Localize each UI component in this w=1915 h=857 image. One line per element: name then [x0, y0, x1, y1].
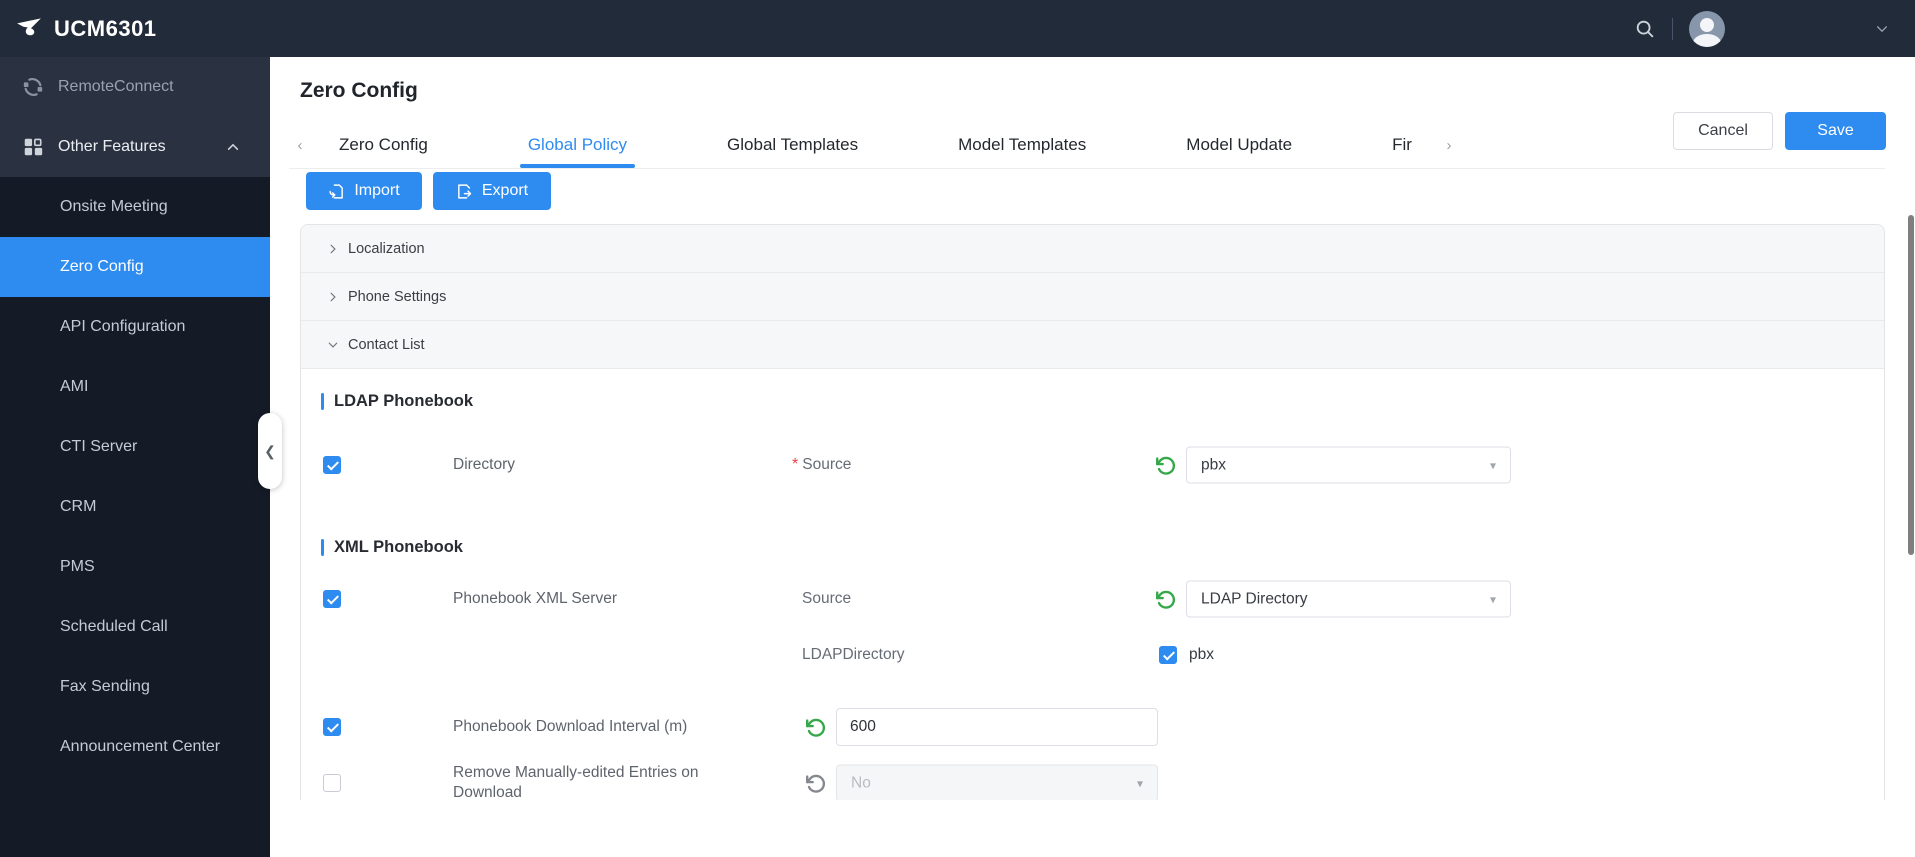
chevron-left-icon: ❮	[264, 442, 276, 459]
section-label: Contact List	[348, 336, 425, 353]
sidebar-item-label: Other Features	[58, 138, 166, 155]
sidebar-item-announcement-center[interactable]: Announcement Center	[0, 717, 270, 777]
group-title: XML Phonebook	[334, 537, 463, 556]
download-interval-checkbox[interactable]	[323, 718, 341, 736]
grid-icon	[24, 138, 43, 156]
phonebook-xml-server-checkbox[interactable]	[323, 590, 341, 608]
section-localization[interactable]: Localization	[301, 225, 1884, 273]
tab-model-templates[interactable]: Model Templates	[958, 122, 1086, 168]
sidebar-item-onsite-meeting[interactable]: Onsite Meeting	[0, 177, 270, 237]
tab-model-update[interactable]: Model Update	[1186, 122, 1292, 168]
sidebar-item-label: RemoteConnect	[58, 78, 174, 95]
row-ldap-directory: LDAPDirectory pbx	[301, 635, 1884, 675]
import-icon	[329, 183, 344, 199]
chevron-right-icon	[330, 244, 336, 253]
source-select[interactable]: pbx ▾	[1186, 446, 1511, 484]
source-field-label: Source	[802, 590, 852, 607]
chevron-down-icon: ▾	[1489, 592, 1496, 606]
sidebar-item-ami[interactable]: AMI	[0, 357, 270, 417]
group-title: LDAP Phonebook	[334, 391, 474, 410]
section-contact-list[interactable]: Contact List	[301, 321, 1884, 369]
tab-firmware-truncated[interactable]: Fir	[1392, 122, 1412, 168]
remove-manual-entries-value: No	[851, 774, 871, 791]
chevron-down-icon[interactable]	[1875, 22, 1889, 36]
app-logo: UCM6301	[14, 14, 157, 44]
sidebar-submenu: Onsite Meeting Zero Config API Configura…	[0, 177, 270, 857]
required-asterisk: *	[792, 456, 799, 473]
chevron-right-icon	[330, 292, 336, 301]
remove-manual-entries-checkbox[interactable]	[323, 774, 341, 792]
tab-bar: ‹ Zero Config Global Policy Global Templ…	[289, 122, 1885, 169]
section-phone-settings[interactable]: Phone Settings	[301, 273, 1884, 321]
import-button[interactable]: Import	[306, 172, 422, 210]
sidebar-item-zero-config[interactable]: Zero Config	[0, 237, 270, 297]
download-interval-label: Phonebook Download Interval (m)	[453, 718, 688, 735]
topbar-divider	[1672, 17, 1673, 40]
contact-list-content: LDAP Phonebook Directory *Source pbx ▾	[301, 369, 1884, 800]
export-icon	[458, 183, 472, 199]
source-select-value: pbx	[1201, 456, 1226, 473]
sidebar-item-api-configuration[interactable]: API Configuration	[0, 297, 270, 357]
sidebar-item-other-features[interactable]: Other Features	[0, 117, 270, 177]
sidebar-item-scheduled-call[interactable]: Scheduled Call	[0, 597, 270, 657]
search-icon[interactable]	[1634, 18, 1656, 40]
chevron-down-icon: ▾	[1136, 776, 1143, 790]
chevron-down-icon: ▾	[1489, 458, 1496, 472]
download-interval-input[interactable]	[836, 708, 1158, 746]
scrollbar-thumb[interactable]	[1908, 215, 1914, 555]
remoteconnect-icon	[23, 78, 43, 96]
row-directory: Directory * Source pbx ▾	[301, 437, 1884, 493]
row-phonebook-xml-server: Phonebook XML Server Source LDAP Directo…	[301, 571, 1884, 627]
reset-icon[interactable]	[804, 716, 826, 738]
group-accent-bar	[321, 392, 324, 410]
remove-manual-entries-label: Remove Manually-edited Entries on Downlo…	[453, 764, 699, 800]
grandstream-logo-icon	[17, 17, 41, 35]
page-title: Zero Config	[300, 79, 418, 102]
phonebook-xml-server-label: Phonebook XML Server	[453, 590, 617, 607]
directory-checkbox[interactable]	[323, 456, 341, 474]
row-download-interval: Phonebook Download Interval (m)	[301, 703, 1884, 751]
remove-manual-entries-select: No ▾	[836, 764, 1158, 800]
group-xml-phonebook: XML Phonebook	[321, 537, 1884, 557]
group-ldap-phonebook: LDAP Phonebook	[321, 391, 1884, 411]
sidebar-item-cti-server[interactable]: CTI Server	[0, 417, 270, 477]
reset-icon-disabled	[806, 774, 826, 793]
reset-icon[interactable]	[1154, 454, 1176, 476]
chevron-up-icon	[227, 143, 239, 150]
import-label: Import	[354, 182, 400, 199]
export-button[interactable]: Export	[433, 172, 551, 210]
xml-source-select[interactable]: LDAP Directory ▾	[1186, 580, 1511, 618]
export-label: Export	[481, 182, 529, 199]
tab-zero-config[interactable]: Zero Config	[339, 122, 428, 168]
app-title: UCM6301	[54, 15, 157, 41]
ldap-directory-pbx-label: pbx	[1189, 646, 1214, 663]
sidebar-item-crm[interactable]: CRM	[0, 477, 270, 537]
sidebar-collapse-handle[interactable]: ❮	[258, 413, 282, 489]
tab-global-templates[interactable]: Global Templates	[727, 122, 858, 168]
xml-source-select-value: LDAP Directory	[1201, 590, 1308, 607]
sidebar-item-pms[interactable]: PMS	[0, 537, 270, 597]
group-accent-bar	[321, 538, 324, 556]
directory-label: Directory	[453, 456, 516, 473]
section-label: Phone Settings	[348, 288, 447, 305]
tabs-scroll-right[interactable]: ›	[1438, 137, 1460, 154]
topbar: UCM6301	[0, 0, 1915, 57]
tabs-scroll-left[interactable]: ‹	[289, 137, 311, 154]
ldap-directory-label: LDAPDirectory	[802, 646, 905, 663]
source-field-label: * Source	[792, 456, 852, 473]
chevron-down-icon	[328, 342, 338, 348]
sidebar-item-remoteconnect[interactable]: RemoteConnect	[0, 57, 270, 117]
main-content: Zero Config Cancel Save ‹ Zero Config Gl…	[270, 57, 1915, 800]
section-label: Localization	[348, 240, 425, 257]
sidebar-item-fax-sending[interactable]: Fax Sending	[0, 657, 270, 717]
reset-icon[interactable]	[1154, 588, 1176, 610]
sidebar: RemoteConnect Other Features Onsite Meet…	[0, 57, 270, 857]
user-avatar[interactable]	[1689, 10, 1725, 47]
ldap-directory-pbx-checkbox[interactable]	[1159, 646, 1177, 664]
row-remove-manual-entries: Remove Manually-edited Entries on Downlo…	[301, 757, 1884, 800]
tab-global-policy[interactable]: Global Policy	[519, 122, 636, 168]
settings-panel: Localization Phone Settings Contact List…	[300, 224, 1885, 800]
